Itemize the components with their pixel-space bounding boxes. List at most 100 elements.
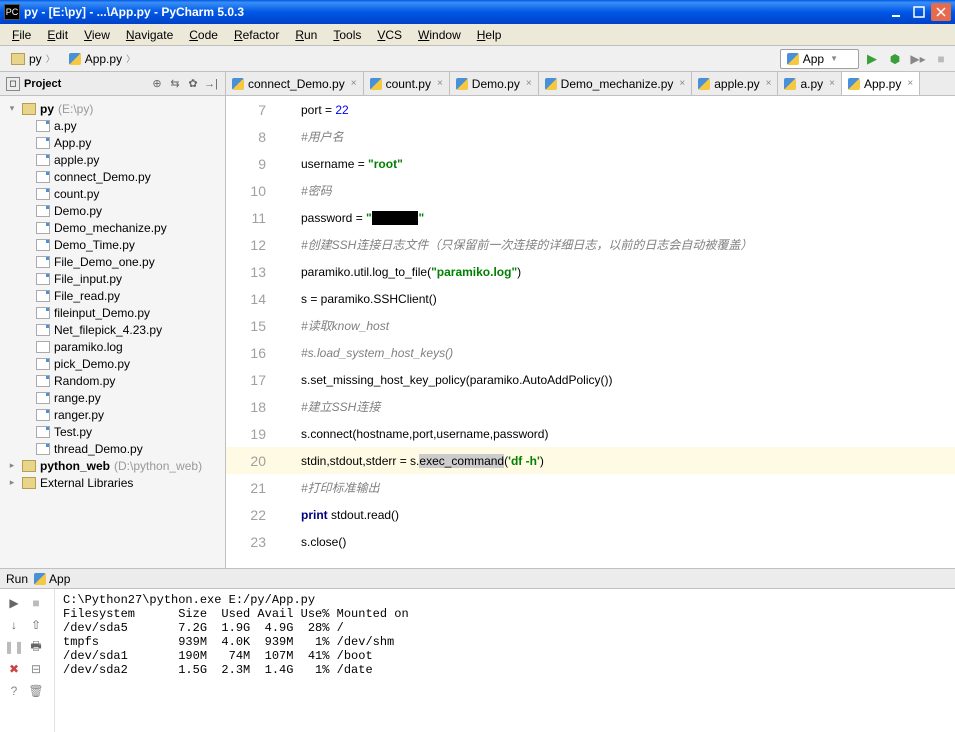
menu-run[interactable]: Run xyxy=(287,26,325,44)
menu-tools[interactable]: Tools xyxy=(325,26,369,44)
tree-node[interactable]: File_input.py xyxy=(0,270,225,287)
close-tab-icon[interactable]: × xyxy=(829,78,835,89)
maximize-button[interactable] xyxy=(909,3,929,21)
console-output[interactable]: C:\Python27\python.exe E:/py/App.py File… xyxy=(55,589,955,732)
code-text[interactable]: stdin,stdout,stderr = s.exec_command('df… xyxy=(281,454,955,468)
help-icon[interactable]: ? xyxy=(4,681,24,701)
close-run-icon[interactable]: ✖ xyxy=(4,659,24,679)
tree-node[interactable]: range.py xyxy=(0,389,225,406)
code-line[interactable]: 23s.close() xyxy=(226,528,955,555)
close-tab-icon[interactable]: × xyxy=(907,78,913,89)
tree-twisty-icon[interactable]: ▸ xyxy=(6,460,18,471)
stop-process-button[interactable]: ■ xyxy=(26,593,46,613)
code-line[interactable]: 15#读取know_host xyxy=(226,312,955,339)
close-button[interactable] xyxy=(931,3,951,21)
code-text[interactable]: s.close() xyxy=(281,535,955,549)
tree-node[interactable]: App.py xyxy=(0,134,225,151)
code-text[interactable]: s.set_missing_host_key_policy(paramiko.A… xyxy=(281,373,955,387)
editor-tab[interactable]: a.py× xyxy=(778,72,842,95)
editor-tab[interactable]: App.py× xyxy=(842,72,920,95)
pin-icon[interactable]: ⊟ xyxy=(26,659,46,679)
editor-tab[interactable]: apple.py× xyxy=(692,72,778,95)
close-tab-icon[interactable]: × xyxy=(526,78,532,89)
up-stack-icon[interactable]: ⇧ xyxy=(26,615,46,635)
tree-node[interactable]: ▾py(E:\py) xyxy=(0,100,225,117)
code-text[interactable]: paramiko.util.log_to_file("paramiko.log"… xyxy=(281,265,955,279)
code-text[interactable]: #s.load_system_host_keys() xyxy=(281,346,955,360)
tree-twisty-icon[interactable]: ▸ xyxy=(6,477,18,488)
scroll-from-source-icon[interactable]: ⊕ xyxy=(149,76,165,92)
debug-button[interactable]: ⬢ xyxy=(885,49,905,69)
tree-node[interactable]: thread_Demo.py xyxy=(0,440,225,457)
menu-refactor[interactable]: Refactor xyxy=(226,26,287,44)
menu-file[interactable]: File xyxy=(4,26,39,44)
code-line[interactable]: 18#建立SSH连接 xyxy=(226,393,955,420)
tree-node[interactable]: count.py xyxy=(0,185,225,202)
code-line[interactable]: 10#密码 xyxy=(226,177,955,204)
code-line[interactable]: 13paramiko.util.log_to_file("paramiko.lo… xyxy=(226,258,955,285)
code-text[interactable]: s = paramiko.SSHClient() xyxy=(281,292,955,306)
code-line[interactable]: 20stdin,stdout,stderr = s.exec_command('… xyxy=(226,447,955,474)
menu-window[interactable]: Window xyxy=(410,26,469,44)
menu-vcs[interactable]: VCS xyxy=(369,26,410,44)
menu-view[interactable]: View xyxy=(76,26,118,44)
tree-node[interactable]: Demo_Time.py xyxy=(0,236,225,253)
code-text[interactable]: #建立SSH连接 xyxy=(281,398,955,415)
menu-edit[interactable]: Edit xyxy=(39,26,76,44)
tree-node[interactable]: connect_Demo.py xyxy=(0,168,225,185)
code-line[interactable]: 11password = "xxxxxxx" xyxy=(226,204,955,231)
editor-tab[interactable]: Demo.py× xyxy=(450,72,539,95)
scroll-to-end-icon[interactable]: ↓ xyxy=(4,615,24,635)
tree-twisty-icon[interactable]: ▾ xyxy=(6,103,18,114)
code-line[interactable]: 21#打印标准输出 xyxy=(226,474,955,501)
code-text[interactable]: #创建SSH连接日志文件（只保留前一次连接的详细日志，以前的日志会自动被覆盖） xyxy=(281,236,955,253)
run-with-coverage-button[interactable]: ▶▸ xyxy=(908,49,928,69)
close-tab-icon[interactable]: × xyxy=(437,78,443,89)
code-line[interactable]: 16#s.load_system_host_keys() xyxy=(226,339,955,366)
code-text[interactable]: port = 22 xyxy=(281,103,955,117)
editor-tab[interactable]: count.py× xyxy=(364,72,450,95)
tree-node[interactable]: pick_Demo.py xyxy=(0,355,225,372)
settings-icon[interactable]: ✿ xyxy=(185,76,201,92)
rerun-button[interactable]: ▶ xyxy=(4,593,24,613)
tree-node[interactable]: a.py xyxy=(0,117,225,134)
code-line[interactable]: 9username = "root" xyxy=(226,150,955,177)
code-editor[interactable]: 7port = 228#用户名9username = "root"10#密码11… xyxy=(226,96,955,568)
run-config-selector[interactable]: App ▼ xyxy=(780,49,859,69)
run-button[interactable]: ▶ xyxy=(862,49,882,69)
code-line[interactable]: 17s.set_missing_host_key_policy(paramiko… xyxy=(226,366,955,393)
editor-tab[interactable]: Demo_mechanize.py× xyxy=(539,72,693,95)
minimize-button[interactable] xyxy=(887,3,907,21)
tree-node[interactable]: apple.py xyxy=(0,151,225,168)
tree-node[interactable]: ▸python_web(D:\python_web) xyxy=(0,457,225,474)
collapse-all-icon[interactable]: ⇆ xyxy=(167,76,183,92)
tree-node[interactable]: Random.py xyxy=(0,372,225,389)
hide-icon[interactable]: →| xyxy=(203,76,219,92)
code-line[interactable]: 7port = 22 xyxy=(226,96,955,123)
code-line[interactable]: 8#用户名 xyxy=(226,123,955,150)
breadcrumb-item[interactable]: py〉 xyxy=(4,49,62,69)
tree-node[interactable]: ▸External Libraries xyxy=(0,474,225,491)
code-text[interactable]: s.connect(hostname,port,username,passwor… xyxy=(281,427,955,441)
menu-help[interactable]: Help xyxy=(469,26,510,44)
close-tab-icon[interactable]: × xyxy=(351,78,357,89)
trash-icon[interactable]: 🗑 xyxy=(26,681,46,701)
print-icon[interactable]: 🖶 xyxy=(26,637,46,657)
code-line[interactable]: 19s.connect(hostname,port,username,passw… xyxy=(226,420,955,447)
code-line[interactable]: 12#创建SSH连接日志文件（只保留前一次连接的详细日志，以前的日志会自动被覆盖… xyxy=(226,231,955,258)
code-text[interactable]: username = "root" xyxy=(281,157,955,171)
editor-tab[interactable]: connect_Demo.py× xyxy=(226,72,364,95)
tree-node[interactable]: Net_filepick_4.23.py xyxy=(0,321,225,338)
breadcrumb-item[interactable]: App.py〉 xyxy=(62,49,142,69)
code-line[interactable]: 22print stdout.read() xyxy=(226,501,955,528)
close-tab-icon[interactable]: × xyxy=(679,78,685,89)
stop-button[interactable]: ■ xyxy=(931,49,951,69)
tree-node[interactable]: File_read.py xyxy=(0,287,225,304)
menu-navigate[interactable]: Navigate xyxy=(118,26,181,44)
close-tab-icon[interactable]: × xyxy=(766,78,772,89)
tree-node[interactable]: Demo.py xyxy=(0,202,225,219)
tree-node[interactable]: paramiko.log xyxy=(0,338,225,355)
tree-node[interactable]: fileinput_Demo.py xyxy=(0,304,225,321)
code-text[interactable]: print stdout.read() xyxy=(281,508,955,522)
pause-button[interactable]: ❚❚ xyxy=(4,637,24,657)
